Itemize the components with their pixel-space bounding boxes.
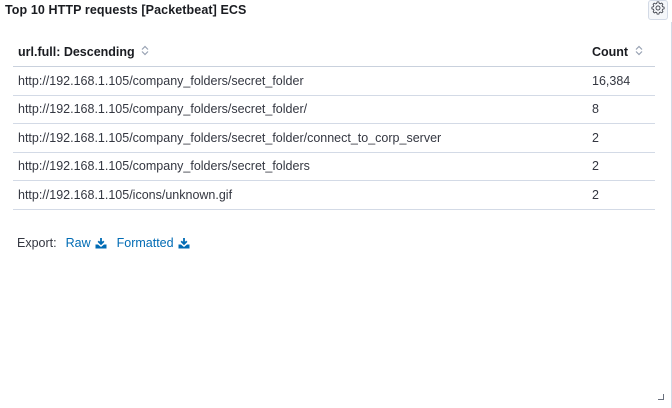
table-header-row: url.full: Descending Count bbox=[13, 38, 655, 67]
url-cell[interactable]: http://192.168.1.105/company_folders/sec… bbox=[13, 95, 587, 124]
url-cell[interactable]: http://192.168.1.105/company_folders/sec… bbox=[13, 66, 587, 96]
visualization-panel: Top 10 HTTP requests [Packetbeat] ECS ur… bbox=[0, 0, 672, 408]
sort-icon[interactable] bbox=[141, 45, 149, 59]
panel-options-button[interactable] bbox=[648, 0, 668, 20]
table-row: http://192.168.1.105/company_folders/sec… bbox=[13, 152, 655, 181]
export-raw-label: Raw bbox=[65, 236, 91, 250]
count-cell: 2 bbox=[587, 180, 655, 210]
export-raw-link[interactable]: Raw bbox=[66, 236, 107, 250]
column-header-label: url.full: Descending bbox=[18, 44, 135, 59]
url-cell[interactable]: http://192.168.1.105/company_folders/sec… bbox=[13, 123, 587, 153]
panel-title: Top 10 HTTP requests [Packetbeat] ECS bbox=[5, 3, 247, 17]
table-row: http://192.168.1.105/icons/unknown.gif 2 bbox=[13, 180, 655, 210]
export-label: Export: bbox=[17, 236, 57, 250]
url-cell[interactable]: http://192.168.1.105/icons/unknown.gif bbox=[13, 180, 587, 210]
table-row: http://192.168.1.105/company_folders/sec… bbox=[13, 95, 655, 124]
column-header-url[interactable]: url.full: Descending bbox=[13, 38, 587, 67]
table-row: http://192.168.1.105/company_folders/sec… bbox=[13, 123, 655, 153]
download-icon bbox=[95, 237, 107, 249]
resize-handle[interactable] bbox=[658, 394, 664, 400]
count-cell: 2 bbox=[587, 152, 655, 181]
count-cell: 16,384 bbox=[587, 66, 655, 96]
export-formatted-link[interactable]: Formatted bbox=[117, 236, 190, 250]
url-cell[interactable]: http://192.168.1.105/company_folders/sec… bbox=[13, 152, 587, 181]
column-header-count[interactable]: Count bbox=[587, 38, 655, 67]
export-formatted-label: Formatted bbox=[116, 236, 174, 250]
table-row: http://192.168.1.105/company_folders/sec… bbox=[13, 66, 655, 96]
data-table: url.full: Descending Count http://192.16… bbox=[13, 38, 655, 210]
column-header-label: Count bbox=[592, 44, 629, 59]
gear-icon bbox=[651, 0, 665, 20]
download-icon bbox=[178, 237, 190, 249]
sort-icon[interactable] bbox=[635, 45, 643, 59]
export-row: Export: Raw Formatted bbox=[17, 236, 200, 250]
count-cell: 2 bbox=[587, 123, 655, 153]
count-cell: 8 bbox=[587, 95, 655, 124]
